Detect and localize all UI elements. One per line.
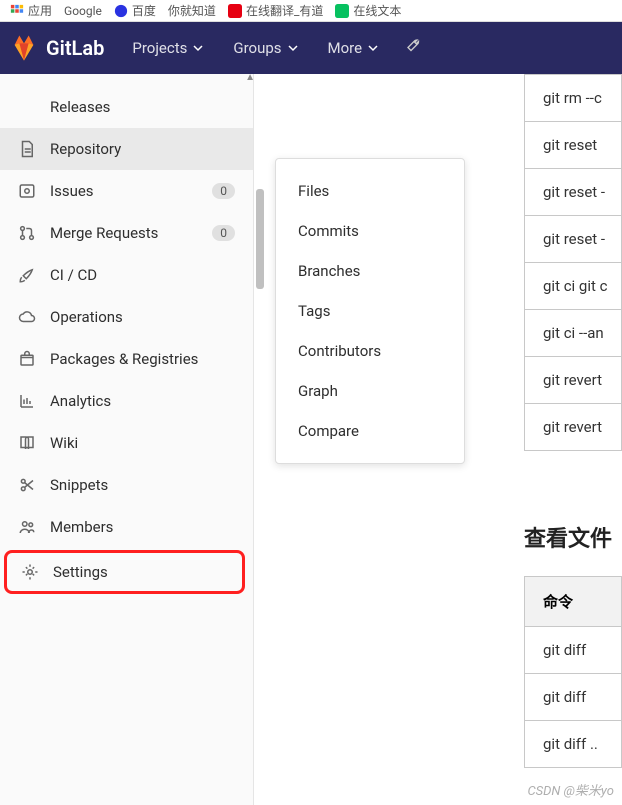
sidebar-label: Repository	[50, 140, 121, 158]
nav-projects[interactable]: Projects	[120, 31, 215, 65]
sidebar-label: Packages & Registries	[50, 350, 198, 368]
sidebar-label: Members	[50, 518, 113, 536]
scissors-icon	[18, 476, 36, 494]
wrench-icon	[402, 37, 420, 55]
merge-icon	[18, 224, 36, 242]
mr-count-badge: 0	[212, 225, 235, 241]
bookmark-text[interactable]: 在线文本	[335, 2, 401, 19]
gear-icon	[21, 563, 39, 581]
sidebar-item-wiki[interactable]: Wiki	[0, 422, 253, 464]
bookmark-label: 在线翻译_有道	[246, 2, 323, 19]
sidebar-label: Analytics	[50, 392, 111, 410]
admin-wrench-button[interactable]	[396, 31, 426, 65]
table-row: git reset	[524, 122, 622, 169]
table-row: git ci --an	[524, 310, 622, 357]
bookmark-apps[interactable]: 应用	[10, 2, 52, 19]
gitlab-logo[interactable]: GitLab	[10, 34, 104, 62]
sidebar-label: Issues	[50, 182, 94, 200]
table-row: git reset -	[524, 216, 622, 263]
git-commands-table-2: 命令 git diff git diff git diff ..	[524, 576, 622, 768]
sidebar-label: CI / CD	[50, 266, 97, 284]
table-row: git diff	[524, 627, 622, 674]
table-row: git ci git c	[524, 263, 622, 310]
chevron-down-icon	[368, 43, 378, 53]
youdao-icon	[228, 4, 242, 18]
sidebar-item-issues[interactable]: Issues 0	[0, 170, 253, 212]
sidebar-item-operations[interactable]: Operations	[0, 296, 253, 338]
table-row: git diff	[524, 674, 622, 721]
browser-bookmarks-bar: 应用 Google 百度 你就知道 在线翻译_有道 在线文本	[0, 0, 622, 22]
issues-count-badge: 0	[212, 183, 235, 199]
sidebar-label: Releases	[50, 98, 110, 116]
bookmark-label: 百度	[132, 2, 156, 19]
sidebar-label: Wiki	[50, 434, 78, 452]
apps-icon	[10, 4, 24, 18]
sidebar-item-repository[interactable]: Repository	[0, 128, 253, 170]
issues-icon	[18, 182, 36, 200]
sidebar-label: Settings	[53, 563, 108, 581]
gitlab-topbar: GitLab Projects Groups More	[0, 22, 622, 74]
sidebar-label: Snippets	[50, 476, 108, 494]
baidu-icon	[114, 4, 128, 18]
table-header: 命令	[524, 576, 622, 627]
sidebar-label: Operations	[50, 308, 123, 326]
chevron-down-icon	[193, 43, 203, 53]
sidebar-item-analytics[interactable]: Analytics	[0, 380, 253, 422]
cloud-icon	[18, 308, 36, 326]
page-content: git rm --c git reset git reset - git res…	[254, 74, 622, 805]
table-row: git diff ..	[524, 721, 622, 768]
section-heading: 查看文件	[524, 521, 612, 553]
git-commands-table-1: git rm --c git reset git reset - git res…	[524, 74, 622, 451]
sidebar-item-merge-requests[interactable]: Merge Requests 0	[0, 212, 253, 254]
wechat-icon	[335, 4, 349, 18]
watermark: CSDN @柴米yo	[527, 780, 614, 799]
brand-name: GitLab	[46, 36, 104, 60]
nav-more[interactable]: More	[316, 31, 391, 65]
table-row: git revert	[524, 404, 622, 451]
book-icon	[18, 434, 36, 452]
sidebar-item-settings[interactable]: Settings	[4, 550, 245, 594]
nav-label: Groups	[233, 39, 281, 57]
chevron-down-icon	[288, 43, 298, 53]
chart-icon	[18, 392, 36, 410]
sidebar-item-snippets[interactable]: Snippets	[0, 464, 253, 506]
package-icon	[18, 350, 36, 368]
table-row: git revert	[524, 357, 622, 404]
table-row: git rm --c	[524, 74, 622, 122]
members-icon	[18, 518, 36, 536]
bookmark-generic[interactable]: 你就知道	[168, 2, 216, 19]
bookmark-label: 你就知道	[168, 2, 216, 19]
nav-groups[interactable]: Groups	[221, 31, 309, 65]
nav-label: More	[328, 39, 363, 57]
bookmark-google[interactable]: Google	[64, 4, 102, 18]
sidebar-item-cicd[interactable]: CI / CD	[0, 254, 253, 296]
sidebar-item-releases[interactable]: Releases	[0, 86, 253, 128]
nav-label: Projects	[132, 39, 187, 57]
bookmark-label: Google	[64, 4, 102, 18]
table-row: git reset -	[524, 169, 622, 216]
sidebar-item-members[interactable]: Members	[0, 506, 253, 548]
bookmark-label: 应用	[28, 2, 52, 19]
doc-icon	[18, 140, 36, 158]
gitlab-logo-icon	[10, 34, 38, 62]
rocket-icon	[18, 266, 36, 284]
sidebar-label: Merge Requests	[50, 224, 158, 242]
main-area: ▲ Releases Repository Issues 0 Merge Req…	[0, 74, 622, 805]
bookmark-youdao[interactable]: 在线翻译_有道	[228, 2, 323, 19]
sidebar-item-packages[interactable]: Packages & Registries	[0, 338, 253, 380]
bookmark-label: 在线文本	[353, 2, 401, 19]
sidebar: ▲ Releases Repository Issues 0 Merge Req…	[0, 74, 254, 805]
bookmark-baidu[interactable]: 百度	[114, 2, 156, 19]
